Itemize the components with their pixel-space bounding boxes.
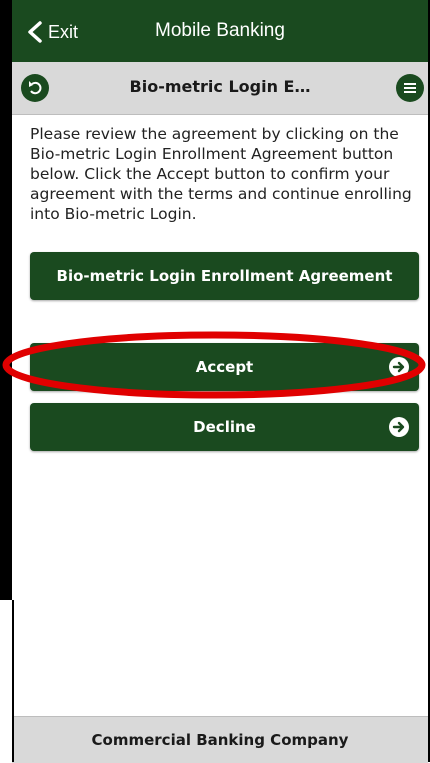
accept-button[interactable]: Accept <box>30 343 419 391</box>
app-window: Exit Mobile Banking Bio-metric Login E… … <box>2 0 430 763</box>
app-title: Mobile Banking <box>155 20 285 41</box>
page-edge <box>0 0 12 600</box>
content-area: Please review the agreement by clicking … <box>30 124 420 224</box>
company-name: Commercial Banking Company <box>91 731 349 749</box>
arrow-right-icon <box>389 417 409 437</box>
arrow-right-icon <box>389 357 409 377</box>
title-bar: Exit Mobile Banking <box>12 0 428 62</box>
instructions-text: Please review the agreement by clicking … <box>30 125 412 223</box>
hamburger-menu-icon <box>404 83 416 93</box>
sub-header: Bio-metric Login E… <box>12 62 428 115</box>
decline-button[interactable]: Decline <box>30 403 419 451</box>
menu-button[interactable] <box>396 74 424 102</box>
accept-button-label: Accept <box>195 358 254 376</box>
window-border <box>12 600 14 762</box>
page-title: Bio-metric Login E… <box>129 77 311 96</box>
decline-button-label: Decline <box>193 418 256 436</box>
agreement-button-label: Bio-metric Login Enrollment Agreement <box>56 267 393 285</box>
agreement-button[interactable]: Bio-metric Login Enrollment Agreement <box>30 252 419 300</box>
footer-bar: Commercial Banking Company <box>12 716 428 763</box>
